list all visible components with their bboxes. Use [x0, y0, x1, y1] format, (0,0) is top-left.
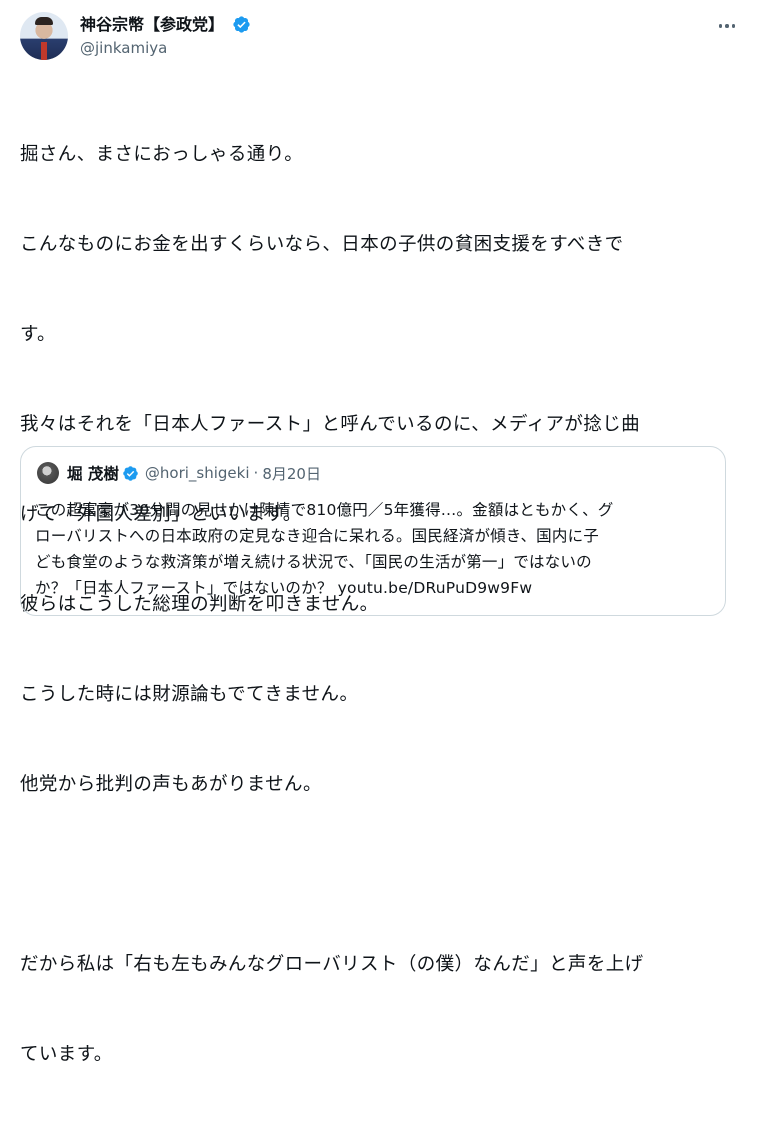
- tweet-text-line: こうした時には財源論もでてきません。: [20, 684, 359, 705]
- quoted-text-line: ローバリストへの日本政府の定見なき迎合に呆れる。国民経済が傾き、国内に子: [35, 527, 599, 545]
- quoted-text-line: この超富豪が30分間の見せかけ陳情で810億円／5年獲得…。金額はともかく、グ: [35, 501, 614, 519]
- quoted-tweet[interactable]: 堀 茂樹 @hori_shigeki · 8月20日 この超富豪が30分間の見せ…: [20, 446, 726, 616]
- author-display-name[interactable]: 神谷宗幣【参政党】: [80, 15, 224, 35]
- tweet-text-line: 我々はそれを「日本人ファースト」と呼んでいるのに、メディアが捻じ曲: [20, 414, 641, 435]
- tweet-text-line: [20, 860, 735, 890]
- quoted-text-line: ども食堂のような救済策が増え続ける状況で、「国民の生活が第一」ではないの: [35, 553, 592, 571]
- separator-dot: ·: [253, 464, 259, 482]
- tweet-text-line: だから私は「右も左もみんなグローバリスト（の僕）なんだ」と声を上げ: [20, 954, 644, 975]
- tweet-text-line: こんなものにお金を出すくらいなら、日本の子供の貧困支援をすべきで: [20, 234, 624, 255]
- quoted-tweet-header: 堀 茂樹 @hori_shigeki · 8月20日: [37, 461, 321, 485]
- verified-badge-icon: [123, 465, 138, 481]
- tweet: 神谷宗幣【参政党】 @jinkamiya 掘さん、まさにおっしゃる通り。 こんな…: [0, 0, 761, 1065]
- author-handle[interactable]: @jinkamiya: [80, 37, 251, 59]
- quoted-author-handle[interactable]: @hori_shigeki: [145, 464, 250, 482]
- quoted-author-avatar[interactable]: [37, 462, 59, 484]
- quoted-tweet-text: この超富豪が30分間の見せかけ陳情で810億円／5年獲得…。金額はともかく、グ …: [35, 497, 715, 601]
- tweet-text-line: す。: [20, 324, 56, 345]
- tweet-text-line: 他党から批判の声もあがりません。: [20, 774, 322, 795]
- more-options-icon[interactable]: [714, 16, 740, 36]
- quoted-tweet-date[interactable]: 8月20日: [262, 463, 321, 484]
- author-avatar[interactable]: [20, 12, 68, 60]
- quoted-text-line: か？「日本人ファースト」ではないのか？ youtu.be/DRuPuD9w9Fw: [35, 579, 533, 597]
- verified-badge-icon: [233, 16, 250, 33]
- tweet-text-line: 掘さん、まさにおっしゃる通り。: [20, 144, 304, 165]
- tweet-header: 神谷宗幣【参政党】 @jinkamiya: [20, 10, 740, 64]
- author-info: 神谷宗幣【参政党】 @jinkamiya: [80, 14, 251, 59]
- quoted-author-name[interactable]: 堀 茂樹: [67, 462, 119, 484]
- tweet-text-line: ています。: [20, 1044, 113, 1065]
